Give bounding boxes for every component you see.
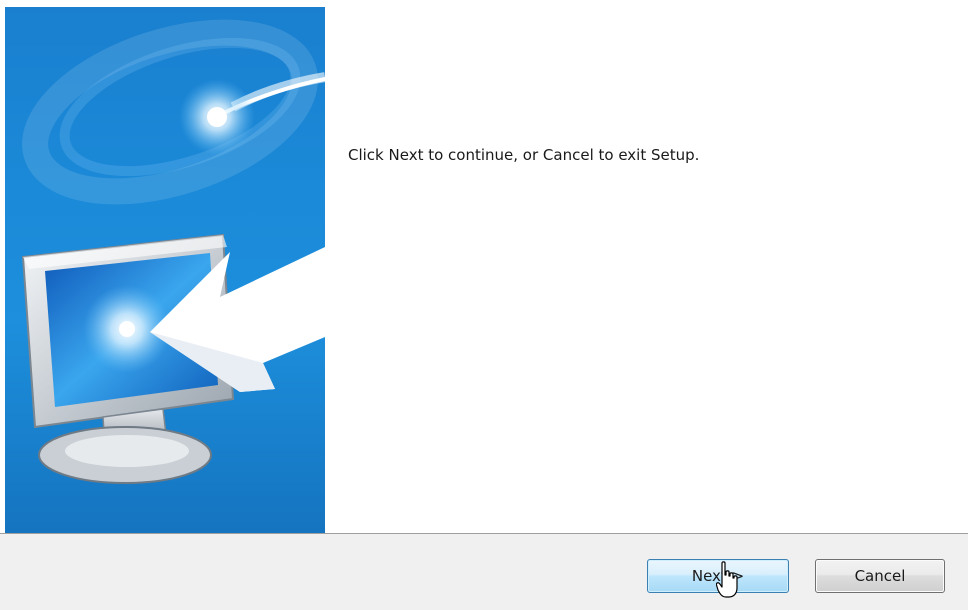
setup-wizard-window: Click Next to continue, or Cancel to exi… bbox=[0, 0, 968, 610]
wizard-banner bbox=[5, 7, 325, 533]
wizard-content: Click Next to continue, or Cancel to exi… bbox=[325, 7, 968, 533]
next-button[interactable]: Next > bbox=[647, 559, 789, 593]
cancel-button[interactable]: Cancel bbox=[815, 559, 945, 593]
monitor-arrow-illustration bbox=[21, 19, 325, 484]
wizard-footer: Next > Cancel bbox=[0, 534, 968, 610]
wizard-message: Click Next to continue, or Cancel to exi… bbox=[348, 146, 700, 164]
